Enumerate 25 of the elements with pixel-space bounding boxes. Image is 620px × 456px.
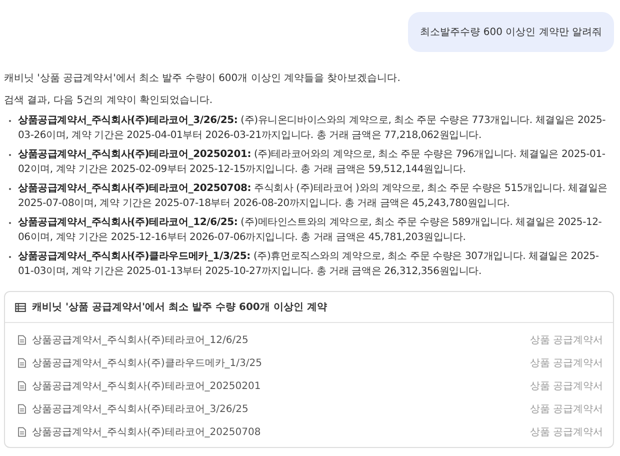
- document-link[interactable]: 상품공급계약서_주식회사(주)클라우드메카_1/3/25: [32, 356, 262, 370]
- user-message: 최소발주수량 600 이상인 계약만 알려줘: [408, 12, 614, 52]
- document-link[interactable]: 상품공급계약서_주식회사(주)테라코어_20250708: [32, 424, 261, 438]
- result-item: 상품공급계약서_주식회사(주)테라코어_3/26/25: (주)유니온디바이스와의 계약으로, 최소 주문 수량은 773개입니다. 체결일은 2025-03-26이며, 계약 기간은 2025-04-01부터 2026-03-21까지입니다. 총 거래 금액은 77,218,062원입니다.: [8, 114, 614, 143]
- answer-text: 캐비닛 '상품 공급계약서'에서 최소 발주 수량이 600개 이상인 계약들을 찾아보겠습니다.: [4, 72, 402, 86]
- document-link[interactable]: 상품공급계약서_주식회사(주)테라코어_20250201: [32, 378, 261, 392]
- card-title: 캐비닛 '상품 공급계약서'에서 최소 발주 수량 600개 이상인 계약: [32, 301, 327, 314]
- table-icon: [15, 302, 26, 312]
- result-item: 상품공급계약서_주식회사(주)테라코어_20250201: (주)테라코어와의 계약으로, 최소 주문 수량은 796개입니다. 체결일은 2025-01-02이며, 계약 기간은 2025-02-09부터 2025-12-15까지입니다. 총 거래 금액은 59,512,144원입니다.: [8, 148, 614, 177]
- result-item: 상품공급계약서_주식회사(주)클라우드메카_1/3/25: (주)휴먼로직스와의 계약으로, 최소 주문 수량은 307개입니다. 체결일은 2025-01-03이며, 계약 기간은 2025-01-13부터 2025-10-27까지입니다. 총 거래 금액은 26,312,356원입니다.: [8, 250, 614, 279]
- document-icon: [18, 404, 26, 414]
- result-item: 상품공급계약서_주식회사(주)테라코어_20250708: 주식회사 (주)테라코어 )와의 계약으로, 최소 주문 수량은 515개입니다. 체결일은 2025-07-08이며, 계약 기간은 2025-07-18부터 2026-08-20까지입니다. 총 거래 금액은 45,243,780원입니다.: [8, 182, 614, 211]
- document-type: 상품 공급계약서: [530, 402, 603, 416]
- document-link[interactable]: 상품공급계약서_주식회사(주)테라코어_3/26/25: [32, 402, 248, 416]
- answer-text: 검색 결과, 다음 5건의 계약이 확인되었습니다.: [4, 94, 214, 108]
- document-link[interactable]: 상품공급계약서_주식회사(주)테라코어_12/6/25: [32, 332, 248, 346]
- document-icon: [18, 334, 26, 344]
- document-type: 상품 공급계약서: [530, 356, 603, 370]
- document-icon: [18, 426, 26, 436]
- document-type: 상품 공급계약서: [530, 380, 603, 392]
- document-icon: [18, 358, 26, 368]
- document-type: 상품 공급계약서: [530, 426, 603, 438]
- document-type: 상품 공급계약서: [530, 334, 603, 346]
- result-item: 상품공급계약서_주식회사(주)테라코어_12/6/25: (주)메타인스트와의 계약으로, 최소 주문 수량은 589개입니다. 체결일은 2025-12-06이며, 계약 기간은 2025-12-16부터 2026-07-06까지입니다. 총 거래 금액은 45,781,203원입니다.: [8, 216, 614, 245]
- document-icon: [18, 380, 26, 390]
